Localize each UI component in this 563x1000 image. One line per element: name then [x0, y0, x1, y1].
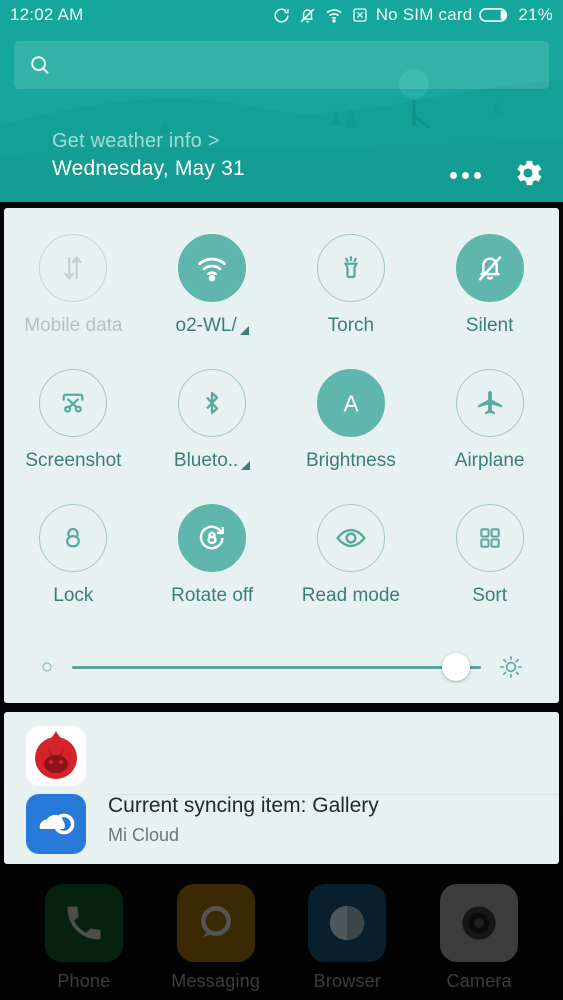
notification-subtitle: Mi Cloud	[108, 825, 180, 845]
gear-icon[interactable]	[511, 156, 545, 195]
search-bar[interactable]	[14, 41, 549, 89]
toggle-airplane[interactable]: Airplane	[420, 359, 559, 472]
shade-header: Get weather info > Wednesday, May 31	[0, 30, 563, 202]
notification-item[interactable]: Current syncing item: Gallery Mi Cloud	[4, 794, 559, 854]
header-actions	[448, 156, 545, 195]
airplane-icon	[455, 369, 524, 437]
toggle-sort[interactable]: Sort	[420, 494, 559, 607]
current-date: Wednesday, May 31	[52, 157, 245, 180]
grid-sort-icon	[455, 504, 524, 572]
toggle-silent[interactable]: Silent	[420, 224, 559, 337]
expand-arrow-icon[interactable]	[239, 325, 249, 335]
no-sim-icon	[351, 6, 369, 24]
toggle-row: Lock Rotate off Read mode Sort	[4, 494, 559, 607]
weather-info-link[interactable]: Get weather info >	[52, 130, 245, 153]
lock-icon	[39, 504, 108, 572]
weather-date-block: Get weather info > Wednesday, May 31	[52, 130, 245, 181]
toggle-row: Screenshot Blueto.. A Brightness Airplan…	[4, 359, 559, 472]
notification-title: Current syncing item: Gallery	[108, 794, 379, 817]
toggle-read-mode[interactable]: Read mode	[282, 494, 421, 607]
notification-item[interactable]	[4, 712, 559, 786]
toggle-brightness[interactable]: A Brightness	[282, 359, 421, 472]
wifi-icon	[178, 234, 247, 302]
quick-settings-panel: Mobile data o2-WL/ Torch Silent Screensh…	[4, 208, 559, 703]
screenshot-icon	[39, 369, 108, 437]
toggle-label: Screenshot	[25, 450, 122, 471]
small-sun-icon	[40, 660, 54, 674]
toggle-label: Mobile data	[24, 315, 123, 336]
toggle-rotate[interactable]: Rotate off	[143, 494, 282, 607]
toggle-label: Blueto..	[174, 450, 251, 472]
silent-bell-icon	[455, 234, 524, 302]
svg-text:A: A	[343, 391, 359, 417]
more-dots-icon[interactable]	[448, 164, 483, 187]
eye-icon	[316, 504, 385, 572]
bluetooth-icon	[178, 369, 247, 437]
toggle-torch[interactable]: Torch	[282, 224, 421, 337]
rotate-lock-icon	[178, 504, 247, 572]
battery-icon	[479, 6, 511, 24]
mobile-data-icon	[39, 234, 108, 302]
toggle-mobile-data[interactable]: Mobile data	[4, 224, 143, 337]
toggle-row: Mobile data o2-WL/ Torch Silent	[4, 224, 559, 337]
notification-shade: Current syncing item: Gallery Mi Cloud	[4, 712, 559, 864]
toggle-label: Airplane	[454, 450, 525, 471]
toggle-label: Torch	[327, 315, 375, 336]
toggle-label: Sort	[472, 585, 508, 606]
battery-percent: 21%	[518, 5, 553, 24]
search-icon	[28, 53, 52, 77]
toggle-label: Read mode	[301, 585, 400, 606]
toggle-label: o2-WL/	[176, 315, 249, 337]
sim-status-text: No SIM card	[375, 5, 473, 24]
notification-divider	[108, 794, 559, 795]
toggle-bluetooth[interactable]: Blueto..	[143, 359, 282, 472]
large-sun-icon	[499, 655, 523, 679]
toggle-lock[interactable]: Lock	[4, 494, 143, 607]
status-time: 12:02 AM	[10, 5, 84, 24]
expand-arrow-icon[interactable]	[241, 460, 251, 470]
auto-brightness-icon: A	[316, 369, 385, 437]
brightness-slider[interactable]	[4, 653, 559, 681]
brightness-thumb[interactable]	[442, 653, 471, 681]
toggle-wifi[interactable]: o2-WL/	[143, 224, 282, 337]
phone-screen: Phone Messaging Browser Camera 12:02 AM …	[0, 0, 563, 1000]
toggle-label: Lock	[53, 585, 94, 606]
wifi-icon	[324, 5, 344, 25]
toggle-screenshot[interactable]: Screenshot	[4, 359, 143, 472]
sync-icon	[272, 6, 291, 25]
silent-bell-icon	[298, 6, 317, 25]
toggle-label: Rotate off	[171, 585, 254, 606]
toggle-label: Silent	[465, 315, 514, 336]
status-icons: No SIM card 21%	[272, 5, 553, 25]
toggle-grid: Mobile data o2-WL/ Torch Silent Screensh…	[4, 208, 559, 607]
mi-cloud-icon	[26, 794, 86, 854]
torch-icon	[316, 234, 385, 302]
status-bar: 12:02 AM No SIM card 21%	[0, 0, 563, 30]
antutu-icon	[26, 726, 86, 786]
toggle-label: Brightness	[305, 450, 396, 471]
notification-text: Current syncing item: Gallery Mi Cloud	[108, 794, 379, 846]
brightness-track[interactable]	[72, 653, 481, 681]
